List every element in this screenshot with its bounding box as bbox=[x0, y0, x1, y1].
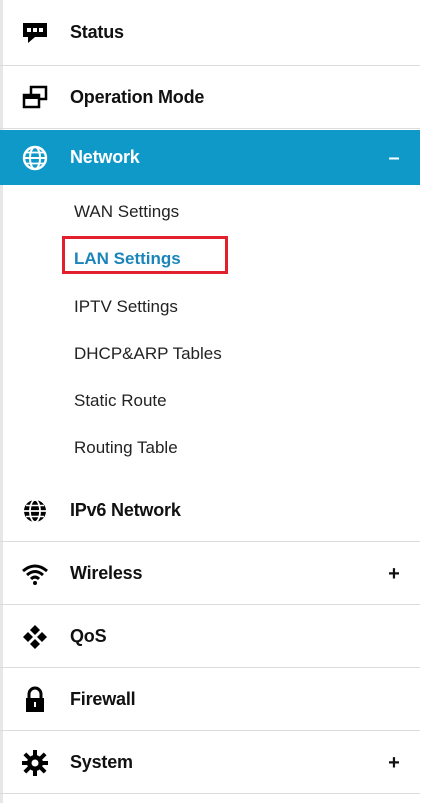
menu-item-status[interactable]: Status bbox=[0, 0, 420, 66]
wifi-icon bbox=[18, 557, 52, 591]
windows-icon bbox=[18, 80, 52, 114]
globe-icon bbox=[18, 494, 52, 528]
submenu-item-static-route[interactable]: Static Route bbox=[74, 391, 167, 411]
lock-icon bbox=[18, 683, 52, 717]
submenu-item-iptv-settings[interactable]: IPTV Settings bbox=[74, 297, 178, 317]
collapse-toggle[interactable]: – bbox=[386, 148, 402, 168]
menu-item-label: System bbox=[70, 752, 133, 772]
message-bubble-icon bbox=[18, 16, 52, 50]
network-nodes-icon bbox=[18, 620, 52, 654]
menu-item-label: Network bbox=[70, 147, 140, 167]
submenu-item-wan-settings[interactable]: WAN Settings bbox=[74, 202, 179, 222]
submenu-item-dhcp-arp-tables[interactable]: DHCP&ARP Tables bbox=[74, 344, 222, 364]
submenu-item-routing-table[interactable]: Routing Table bbox=[74, 438, 178, 458]
menu-item-wireless[interactable]: Wireless + bbox=[0, 543, 420, 605]
expand-toggle[interactable]: + bbox=[386, 753, 402, 773]
menu-item-firewall[interactable]: Firewall bbox=[0, 669, 420, 731]
menu-item-operation-mode[interactable]: Operation Mode bbox=[0, 66, 420, 129]
menu-item-label: Operation Mode bbox=[70, 86, 205, 107]
menu-item-label: IPv6 Network bbox=[70, 500, 181, 520]
menu-item-qos[interactable]: QoS bbox=[0, 606, 420, 668]
menu-item-label: Firewall bbox=[70, 689, 136, 709]
menu-item-system[interactable]: System + bbox=[0, 732, 420, 794]
expand-toggle[interactable]: + bbox=[386, 564, 402, 584]
globe-icon bbox=[18, 141, 52, 175]
menu-item-label: Status bbox=[70, 22, 124, 42]
network-submenu: WAN Settings LAN Settings IPTV Settings … bbox=[0, 185, 420, 477]
menu-item-network[interactable]: Network – bbox=[0, 130, 420, 185]
gear-icon bbox=[18, 746, 52, 780]
menu-item-label: QoS bbox=[70, 626, 107, 646]
submenu-item-lan-settings[interactable]: LAN Settings bbox=[74, 249, 181, 269]
router-sidebar-menu: Status Operation Mode Network – WAN Sett… bbox=[0, 0, 432, 803]
menu-item-label: Wireless bbox=[70, 563, 143, 583]
menu-item-ipv6-network[interactable]: IPv6 Network bbox=[0, 480, 420, 542]
